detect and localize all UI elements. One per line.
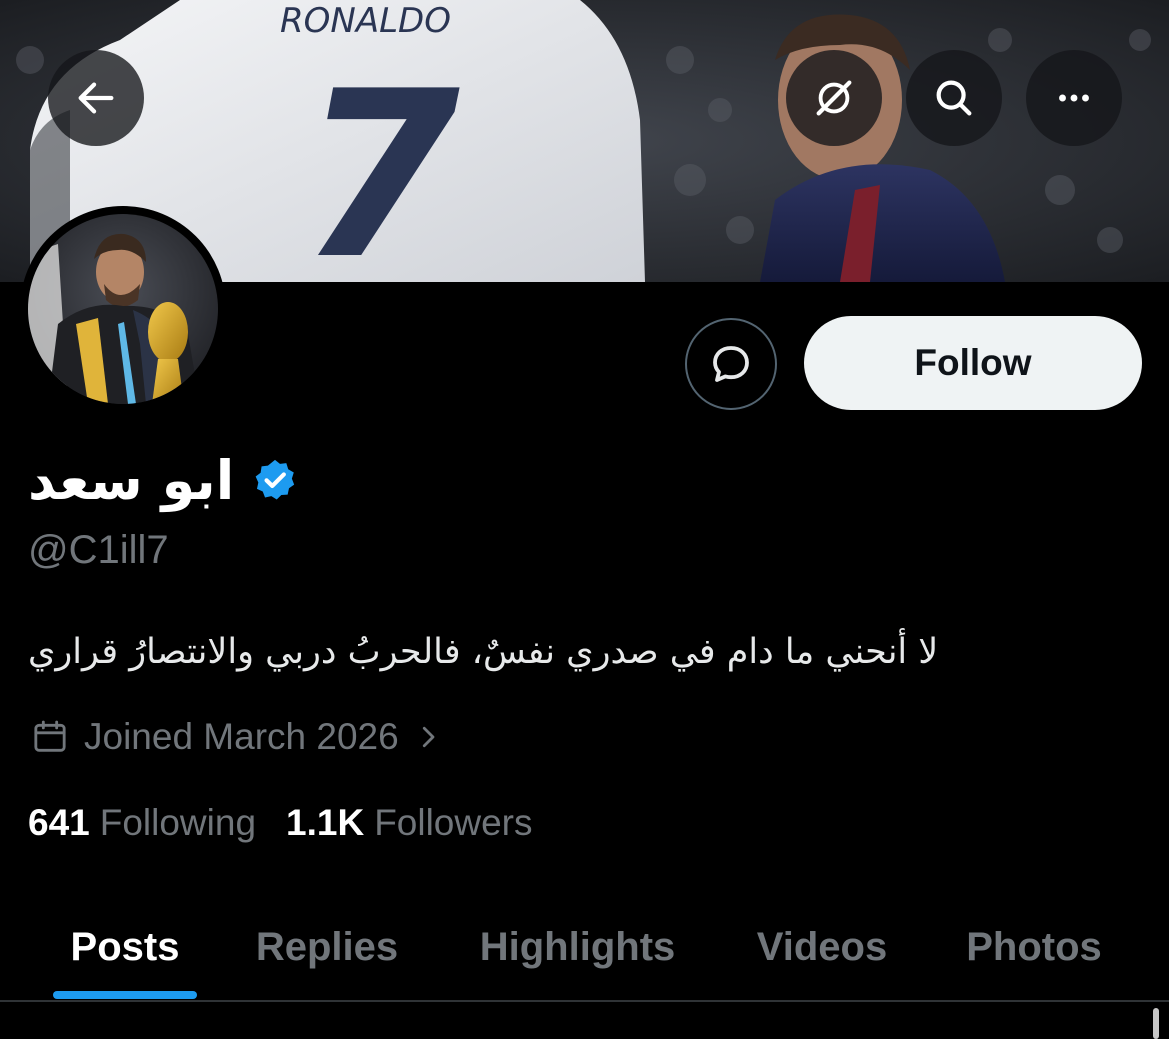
more-button[interactable] — [1026, 50, 1122, 146]
profile-tabs: Posts Replies Highlights Videos Photos — [0, 895, 1169, 1001]
chevron-right-icon — [422, 726, 435, 748]
followers-stat[interactable]: 1.1K Followers — [286, 802, 532, 844]
avatar-image — [28, 214, 218, 404]
follow-button[interactable]: Follow — [804, 316, 1142, 410]
followers-count: 1.1K — [286, 802, 365, 843]
back-button[interactable] — [48, 50, 144, 146]
follow-stats: 641 Following 1.1K Followers — [28, 798, 533, 848]
grok-button[interactable] — [786, 50, 882, 146]
arrow-left-icon — [78, 82, 114, 114]
tab-videos[interactable]: Videos — [733, 895, 911, 999]
tab-highlights[interactable]: Highlights — [455, 895, 700, 999]
following-stat[interactable]: 641 Following — [28, 802, 256, 844]
message-button[interactable] — [685, 318, 777, 410]
tabs-divider — [0, 1000, 1169, 1002]
tab-replies[interactable]: Replies — [232, 895, 422, 999]
following-count: 641 — [28, 802, 90, 843]
joined-date: Joined March 2026 — [84, 716, 399, 757]
display-name: ابو سعد — [28, 448, 235, 512]
tab-photos[interactable]: Photos — [944, 895, 1124, 999]
search-icon — [936, 80, 972, 116]
user-handle: @C1ill7 — [28, 528, 169, 572]
avatar[interactable] — [20, 206, 226, 412]
joined-date-row[interactable]: Joined March 2026 — [30, 712, 443, 762]
verified-badge-icon[interactable] — [252, 457, 298, 503]
grok-slash-icon — [816, 80, 852, 116]
following-label: Following — [99, 802, 257, 843]
jersey-number: 7 — [300, 43, 460, 282]
message-bubble-icon — [713, 346, 749, 382]
tab-posts[interactable]: Posts — [40, 895, 210, 999]
name-row: ابو سعد — [28, 445, 298, 515]
calendar-icon — [34, 720, 66, 752]
more-horizontal-icon — [1059, 94, 1089, 102]
followers-label: Followers — [374, 802, 533, 843]
active-tab-indicator — [53, 991, 197, 999]
bio: لا أنحني ما دام في صدري نفسٌ، فالحربُ در… — [28, 632, 939, 672]
jersey-name: RONALDO — [280, 1, 451, 41]
scrollbar-thumb[interactable] — [1153, 1008, 1159, 1039]
search-button[interactable] — [906, 50, 1002, 146]
